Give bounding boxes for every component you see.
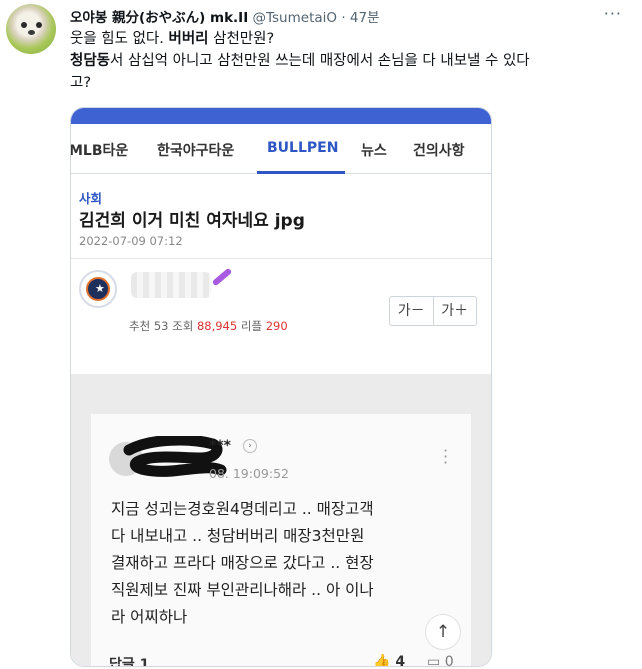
comment-line: 결재하고 프라다 매장으로 갔다고 .. 현장 — [111, 554, 374, 572]
post-category: 사회 — [79, 191, 103, 206]
recommend-label: 추천 — [129, 319, 151, 333]
font-smaller-button: 가－ — [397, 303, 425, 319]
tab-news: 뉴스 — [361, 143, 387, 159]
tweet-text-part: 서 삼십억 아니고 삼천만원 쓰는데 매장에서 손님을 다 내보낼 수 있다 — [110, 53, 530, 69]
views-count: 88,945 — [196, 319, 238, 333]
chevron-right-icon: › — [243, 439, 257, 453]
replies-count: 290 — [265, 319, 288, 333]
avatar-eye — [36, 22, 42, 28]
comment-line: 다 내보내고 .. 청담버버리 매장3천만원 — [111, 527, 365, 545]
comment-body: 지금 성괴는경호원4명데리고 .. 매장고객 다 내보내고 .. 청담버버리 매… — [111, 496, 461, 631]
tweet-text-part: 삼천만원? — [208, 31, 275, 47]
comment-card: *** › 08. 19:09:52 · · · 지금 성괴는경호원4명데리고 ..… — [91, 414, 471, 667]
tweet-text-part: 웃을 힘도 없다. — [70, 31, 169, 47]
kebab-menu-icon: · · · — [443, 441, 449, 472]
display-name[interactable]: 오야봉 親分(おやぶん) mk.II — [70, 10, 248, 26]
post-date: 2022-07-09 07:12 — [79, 234, 183, 248]
tab-suggestions: 건의사항 — [413, 143, 465, 159]
tweet-text-bold: 청담동 — [70, 53, 111, 69]
tweet-header: 오야봉 親分(おやぶん) mk.II @TsumetaiO · 47분 — [70, 6, 380, 26]
dislikes-value: 0 — [444, 654, 454, 667]
blurred-author-name — [131, 272, 211, 298]
embedded-tabs: MLB타운 한국야구타운 BULLPEN 뉴스 건의사항 — [71, 124, 491, 174]
team-logo-icon: ★ — [79, 270, 117, 308]
views-label: 조회 — [172, 319, 194, 333]
team-logo-inner: ★ — [86, 277, 110, 301]
avatar-eye — [21, 22, 27, 28]
reply-count: 답글 1 — [109, 657, 150, 667]
post-stats: 추천 53 조회 88,945 리플 290 — [129, 318, 288, 334]
tweet-text: 웃을 힘도 없다. 버버리 삼천만원? 청담동서 삼십억 아니고 삼천만원 쓰는… — [70, 28, 630, 94]
timestamp[interactable]: 47분 — [350, 10, 380, 26]
likes-value: 4 — [395, 654, 406, 667]
avatar-nose — [28, 30, 35, 35]
divider — [71, 258, 491, 259]
post-header: 사회 김건희 이거 미친 여자네요 jpg 2022-07-09 07:12 ★… — [71, 174, 491, 374]
embedded-topbar — [71, 108, 491, 124]
font-bigger-button: 가＋ — [432, 297, 477, 325]
tab-korea-baseball-town: 한국야구타운 — [157, 143, 235, 159]
masked-username: *** — [209, 438, 231, 454]
comment-line: 직원제보 진짜 부인관리나해라 .. 아 이나 — [111, 581, 374, 599]
tab-bullpen: BULLPEN — [267, 140, 339, 156]
tweet-text-bold: 버버리 — [168, 31, 209, 47]
tweet-text-part: 고? — [70, 75, 92, 91]
pen-icon — [211, 267, 233, 287]
comment-line: 라 어찌하나 — [111, 608, 188, 626]
recommend-count: 53 — [153, 319, 169, 333]
tweet-image[interactable]: MLB타운 한국야구타운 BULLPEN 뉴스 건의사항 사회 김건희 이거 미… — [70, 107, 492, 667]
thumbs-up-icon: 👍 — [373, 654, 391, 667]
comment-time: 08. 19:09:52 — [209, 466, 289, 481]
screenshot-area: *** › 08. 19:09:52 · · · 지금 성괴는경호원4명데리고 ..… — [71, 374, 491, 667]
like-count: 👍 4 — [373, 654, 406, 667]
comment-bubble-icon: ▭ — [427, 654, 441, 667]
arrow-up-icon: ↑ — [425, 614, 461, 650]
tab-mlb-town: MLB타운 — [70, 143, 129, 159]
dislike-count: ▭ 0 — [427, 654, 454, 667]
star-icon: ★ — [95, 282, 105, 295]
replies-label: 리플 — [240, 319, 263, 333]
more-options-icon[interactable]: ··· — [604, 4, 622, 23]
profile-avatar[interactable] — [6, 4, 56, 54]
separator: · — [341, 10, 346, 26]
handle[interactable]: @TsumetaiO — [253, 10, 338, 26]
post-title: 김건희 이거 미친 여자네요 jpg — [79, 211, 305, 231]
font-size-controls: 가－ 가＋ — [389, 296, 477, 326]
comment-line: 지금 성괴는경호원4명데리고 .. 매장고객 — [111, 500, 374, 518]
